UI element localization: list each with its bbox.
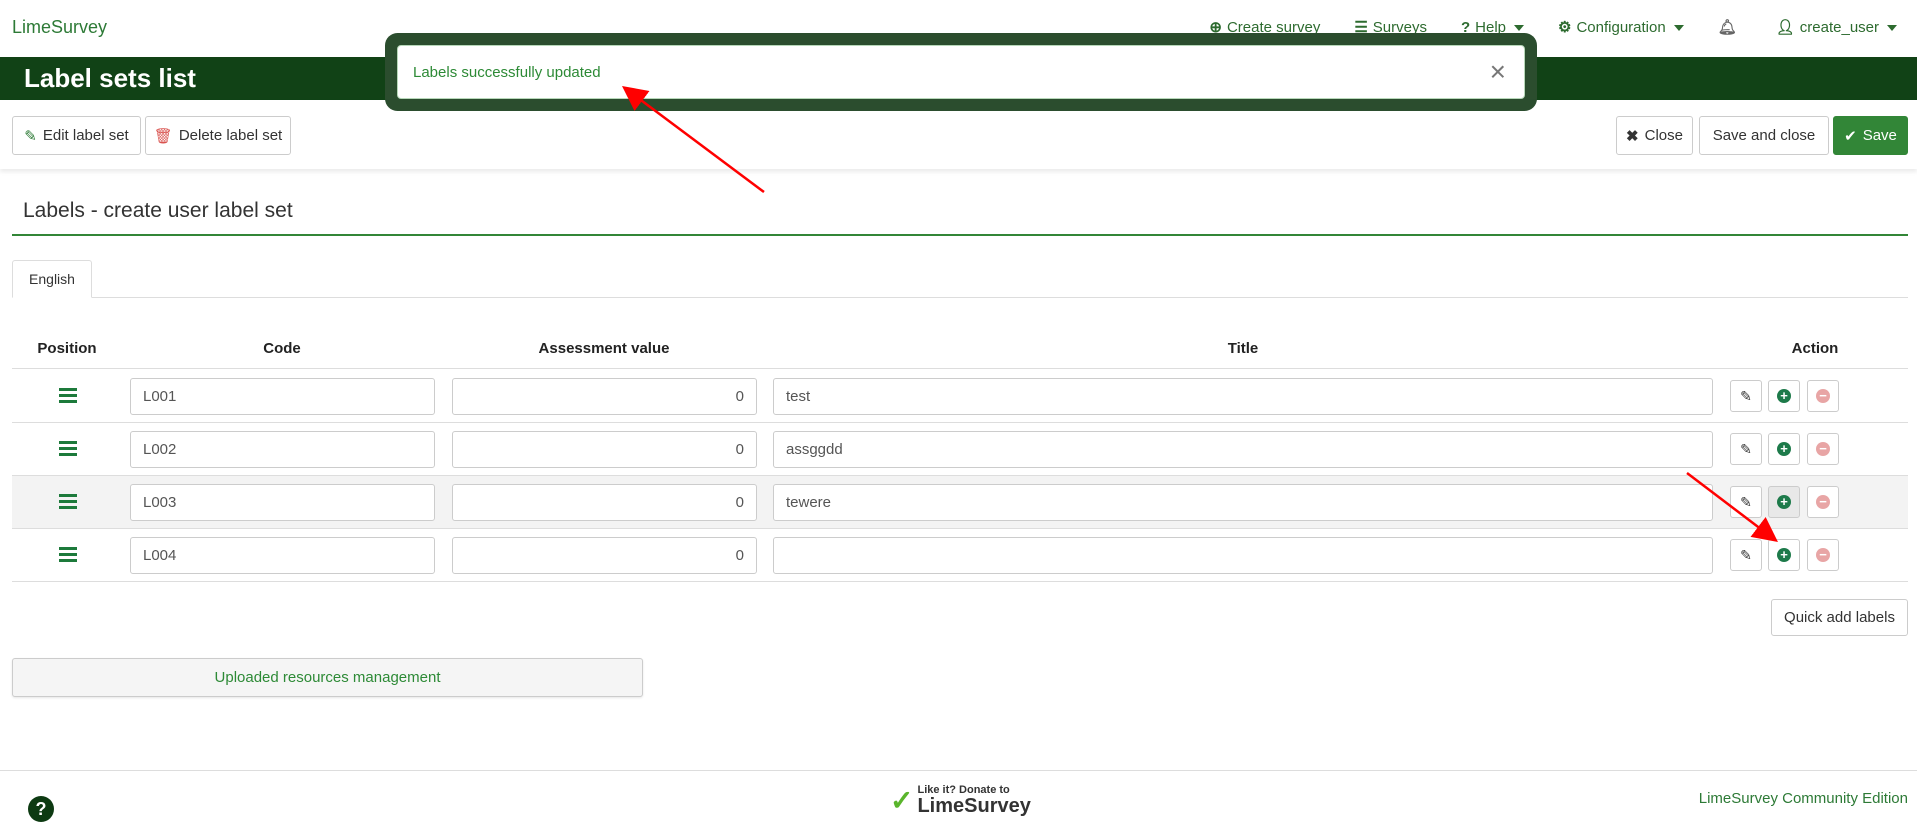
uploaded-resources-button[interactable]: Uploaded resources management	[12, 658, 643, 697]
delete-row-button[interactable]: −	[1807, 486, 1839, 518]
nav-configuration[interactable]: ⚙ Configuration	[1558, 18, 1684, 36]
minus-circle-icon: −	[1816, 548, 1830, 562]
minus-circle-icon: −	[1816, 495, 1830, 509]
add-row-button[interactable]: +	[1768, 433, 1800, 465]
title-input[interactable]: assggdd	[773, 431, 1713, 468]
header-action: Action	[1791, 340, 1839, 357]
edit-icon: ✎	[1740, 440, 1752, 457]
caret-down-icon	[1887, 25, 1897, 32]
checkmark-icon: ✓	[890, 785, 914, 816]
minus-circle-icon: −	[1816, 442, 1830, 456]
edit-row-button[interactable]: ✎	[1730, 380, 1762, 412]
plus-circle-icon: +	[1777, 389, 1791, 403]
toast-message: Labels successfully updated	[413, 64, 601, 81]
list-icon: ☰	[1354, 19, 1368, 36]
close-icon[interactable]: ×	[1490, 56, 1506, 88]
table-row: L002 0 assggdd ✎ + −	[12, 423, 1908, 476]
drag-handle-icon[interactable]	[59, 547, 77, 565]
code-input[interactable]: L002	[130, 431, 435, 468]
quick-add-labels-button[interactable]: Quick add labels	[1771, 599, 1908, 636]
times-icon: ✖	[1626, 127, 1639, 145]
pencil-icon: ✎	[24, 127, 37, 145]
edit-icon: ✎	[1740, 387, 1752, 404]
title-input[interactable]: test	[773, 378, 1713, 415]
edit-icon: ✎	[1740, 546, 1752, 563]
assessment-input[interactable]: 0	[452, 431, 757, 468]
delete-row-button[interactable]: −	[1807, 539, 1839, 571]
user-icon: 👤︎	[1775, 19, 1795, 36]
title-input[interactable]	[773, 537, 1713, 574]
save-and-close-button[interactable]: Save and close	[1699, 116, 1829, 155]
bell-icon: 🔔︎	[1717, 19, 1737, 36]
donate-logo[interactable]: ✓ Like it? Donate to LimeSurvey	[890, 784, 1031, 817]
success-toast: Labels successfully updated ×	[397, 45, 1525, 99]
check-icon: ✔	[1844, 127, 1857, 145]
edit-label-set-button[interactable]: ✎ Edit label set	[12, 116, 141, 155]
add-row-button[interactable]: +	[1768, 380, 1800, 412]
nav-user[interactable]: 👤︎ create_user	[1776, 18, 1897, 36]
plus-circle-icon: +	[1777, 495, 1791, 509]
tab-divider	[12, 297, 1908, 298]
drag-handle-icon[interactable]	[59, 388, 77, 406]
cogs-icon: ⚙	[1558, 19, 1572, 36]
delete-row-button[interactable]: −	[1807, 433, 1839, 465]
plus-circle-icon: +	[1777, 548, 1791, 562]
footer-divider	[0, 770, 1917, 771]
divider	[12, 234, 1908, 236]
donate-brand: LimeSurvey	[917, 795, 1031, 817]
table-row: L004 0 ✎ + −	[12, 529, 1908, 582]
edit-row-button[interactable]: ✎	[1730, 539, 1762, 571]
edit-row-button[interactable]: ✎	[1730, 486, 1762, 518]
code-input[interactable]: L004	[130, 537, 435, 574]
save-button[interactable]: ✔ Save	[1833, 116, 1908, 155]
caret-down-icon	[1673, 25, 1684, 32]
table-row: L001 0 test ✎ + −	[12, 370, 1908, 423]
edition-link[interactable]: LimeSurvey Community Edition	[1699, 790, 1908, 807]
header-position: Position	[37, 340, 97, 357]
assessment-input[interactable]: 0	[452, 484, 757, 521]
code-input[interactable]: L003	[130, 484, 435, 521]
drag-handle-icon[interactable]	[59, 494, 77, 512]
question-circle-icon: ?	[1460, 18, 1471, 36]
plus-circle-icon: +	[1777, 442, 1791, 456]
nav-notifications[interactable]: 🔔︎	[1718, 18, 1742, 36]
close-button[interactable]: ✖ Close	[1616, 116, 1693, 155]
edit-row-button[interactable]: ✎	[1730, 433, 1762, 465]
trash-icon: 🗑︎	[153, 127, 173, 145]
header-assessment: Assessment value	[538, 340, 670, 357]
title-input[interactable]: tewere	[773, 484, 1713, 521]
edit-icon: ✎	[1740, 493, 1752, 510]
plus-circle-icon: ⊕	[1209, 19, 1222, 36]
assessment-input[interactable]: 0	[452, 378, 757, 415]
nav-surveys[interactable]: ☰ Surveys	[1354, 18, 1427, 36]
add-row-button[interactable]: +	[1768, 486, 1800, 518]
nav-help[interactable]: ? Help	[1461, 19, 1524, 36]
brand-link[interactable]: LimeSurvey	[12, 17, 107, 38]
tab-english[interactable]: English	[12, 260, 92, 298]
help-icon[interactable]: ?	[28, 796, 54, 822]
minus-circle-icon: −	[1816, 389, 1830, 403]
add-row-button[interactable]: +	[1768, 539, 1800, 571]
header-title: Title	[1227, 340, 1259, 357]
drag-handle-icon[interactable]	[59, 441, 77, 459]
toolbar: ✎ Edit label set 🗑︎ Delete label set ✖ Clos…	[0, 100, 1917, 169]
delete-row-button[interactable]: −	[1807, 380, 1839, 412]
page-title: Label sets list	[24, 63, 196, 93]
nav-create-survey[interactable]: ⊕ Create survey	[1209, 18, 1320, 36]
assessment-input[interactable]: 0	[452, 537, 757, 574]
caret-down-icon	[1514, 24, 1524, 31]
header-divider	[12, 368, 1908, 369]
section-heading: Labels - create user label set	[23, 199, 293, 222]
delete-label-set-button[interactable]: 🗑︎ Delete label set	[145, 116, 291, 155]
header-code: Code	[263, 340, 301, 357]
table-row: L003 0 tewere ✎ + −	[12, 476, 1908, 529]
code-input[interactable]: L001	[130, 378, 435, 415]
